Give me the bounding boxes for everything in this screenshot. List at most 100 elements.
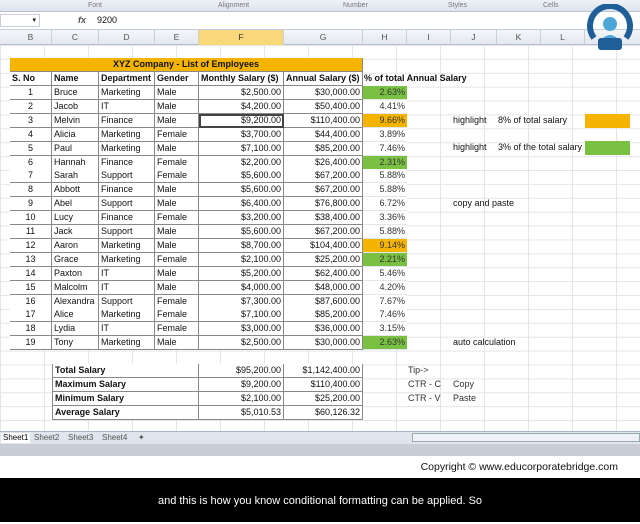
table-cell[interactable]: Paul bbox=[52, 141, 99, 156]
table-cell[interactable]: $2,500.00 bbox=[199, 336, 284, 351]
table-cell[interactable]: $38,400.00 bbox=[284, 211, 363, 226]
table-cell[interactable]: Support bbox=[99, 197, 155, 212]
table-cell[interactable]: Marketing bbox=[99, 336, 155, 351]
table-cell[interactable]: $76,800.00 bbox=[284, 197, 363, 212]
table-cell[interactable]: Marketing bbox=[99, 308, 155, 323]
table-cell[interactable]: 7 bbox=[10, 169, 52, 184]
table-cell[interactable]: Jacob bbox=[52, 99, 99, 114]
table-cell[interactable]: 14 bbox=[10, 266, 52, 281]
ribbon-group-cells[interactable]: Cells bbox=[543, 2, 559, 9]
summary-monthly[interactable]: $2,100.00 bbox=[199, 391, 284, 406]
table-cell[interactable]: $2,100.00 bbox=[199, 252, 284, 267]
table-cell[interactable]: 5.88% bbox=[363, 183, 407, 198]
table-cell[interactable]: 10 bbox=[10, 211, 52, 226]
table-cell[interactable]: $67,200.00 bbox=[284, 225, 363, 239]
column-header-E[interactable]: E bbox=[155, 30, 199, 45]
table-cell[interactable]: 5 bbox=[10, 141, 52, 156]
column-title[interactable]: Department bbox=[99, 72, 155, 86]
column-header-H[interactable]: H bbox=[363, 30, 407, 45]
table-cell[interactable]: 7.46% bbox=[363, 141, 407, 156]
table-cell[interactable]: $3,000.00 bbox=[199, 322, 284, 337]
column-header-C[interactable]: C bbox=[52, 30, 99, 45]
table-cell[interactable]: Marketing bbox=[99, 127, 155, 142]
table-cell[interactable]: $26,400.00 bbox=[284, 155, 363, 170]
ribbon-group-styles[interactable]: Styles bbox=[448, 2, 467, 9]
column-header-I[interactable]: I bbox=[407, 30, 451, 45]
table-cell[interactable]: $5,600.00 bbox=[199, 225, 284, 239]
column-header-L[interactable]: L bbox=[541, 30, 585, 45]
table-cell[interactable]: 3.36% bbox=[363, 211, 407, 226]
table-cell[interactable]: $67,200.00 bbox=[284, 183, 363, 198]
table-cell[interactable]: Paxton bbox=[52, 266, 99, 281]
table-cell[interactable]: 4 bbox=[10, 127, 52, 142]
summary-monthly[interactable]: $9,200.00 bbox=[199, 377, 284, 392]
table-cell[interactable]: Male bbox=[155, 238, 199, 253]
table-cell[interactable]: Female bbox=[155, 211, 199, 226]
column-title[interactable]: Gender bbox=[155, 72, 199, 86]
summary-annual[interactable]: $110,400.00 bbox=[284, 377, 363, 392]
sheet-tab-1[interactable]: Sheet1 bbox=[1, 433, 31, 443]
table-cell[interactable]: Male bbox=[155, 225, 199, 239]
table-cell[interactable]: 12 bbox=[10, 238, 52, 253]
summary-label[interactable]: Maximum Salary bbox=[52, 377, 199, 392]
table-cell[interactable]: $3,700.00 bbox=[199, 127, 284, 142]
table-cell[interactable]: $4,000.00 bbox=[199, 280, 284, 295]
table-cell[interactable]: Finance bbox=[99, 211, 155, 226]
table-cell[interactable]: Bruce bbox=[52, 86, 99, 100]
table-cell[interactable]: Female bbox=[155, 155, 199, 170]
table-cell[interactable]: Abbott bbox=[52, 183, 99, 198]
table-cell[interactable]: $5,600.00 bbox=[199, 183, 284, 198]
table-cell[interactable]: 2 bbox=[10, 99, 52, 114]
table-cell[interactable]: 13 bbox=[10, 252, 52, 267]
table-cell[interactable]: 9 bbox=[10, 197, 52, 212]
table-cell[interactable]: Lydia bbox=[52, 322, 99, 337]
table-cell[interactable]: 3.15% bbox=[363, 322, 407, 337]
table-cell[interactable]: $36,000.00 bbox=[284, 322, 363, 337]
table-cell[interactable]: Male bbox=[155, 336, 199, 351]
table-cell[interactable]: 6 bbox=[10, 155, 52, 170]
table-cell[interactable]: IT bbox=[99, 280, 155, 295]
table-cell[interactable]: 19 bbox=[10, 336, 52, 351]
table-cell[interactable]: 7.67% bbox=[363, 294, 407, 309]
table-cell[interactable]: Tony bbox=[52, 336, 99, 351]
table-cell[interactable]: 11 bbox=[10, 225, 52, 239]
table-cell[interactable]: $5,200.00 bbox=[199, 266, 284, 281]
table-cell[interactable]: Male bbox=[155, 280, 199, 295]
summary-label[interactable]: Total Salary bbox=[52, 364, 199, 378]
table-cell[interactable]: Male bbox=[155, 141, 199, 156]
table-cell[interactable]: Support bbox=[99, 169, 155, 184]
table-cell[interactable]: $48,000.00 bbox=[284, 280, 363, 295]
table-cell[interactable]: $30,000.00 bbox=[284, 336, 363, 351]
formula-input[interactable]: 9200 bbox=[97, 15, 117, 25]
table-cell[interactable]: $2,200.00 bbox=[199, 155, 284, 170]
table-cell[interactable]: $44,400.00 bbox=[284, 127, 363, 142]
table-cell[interactable]: Alexandra bbox=[52, 294, 99, 309]
table-cell[interactable]: Melvin bbox=[52, 113, 99, 128]
table-cell[interactable]: 4.41% bbox=[363, 99, 407, 114]
table-cell[interactable]: Lucy bbox=[52, 211, 99, 226]
sheet-tab-4[interactable]: Sheet4 bbox=[102, 433, 127, 443]
table-cell[interactable]: IT bbox=[99, 322, 155, 337]
table-cell[interactable]: 3.89% bbox=[363, 127, 407, 142]
table-cell[interactable]: 17 bbox=[10, 308, 52, 323]
table-cell[interactable]: IT bbox=[99, 266, 155, 281]
column-header-K[interactable]: K bbox=[497, 30, 541, 45]
function-icon[interactable]: fx bbox=[78, 15, 86, 25]
table-cell[interactable]: Finance bbox=[99, 183, 155, 198]
table-cell[interactable]: Female bbox=[155, 322, 199, 337]
table-cell[interactable]: 2.63% bbox=[363, 86, 407, 100]
table-cell[interactable]: Alice bbox=[52, 308, 99, 323]
column-header-J[interactable]: J bbox=[451, 30, 497, 45]
table-cell[interactable]: 18 bbox=[10, 322, 52, 337]
table-cell[interactable]: Aaron bbox=[52, 238, 99, 253]
table-cell[interactable]: $85,200.00 bbox=[284, 308, 363, 323]
column-header-F[interactable]: F bbox=[199, 30, 284, 45]
ribbon-group-number[interactable]: Number bbox=[343, 2, 368, 9]
column-title[interactable]: Name bbox=[52, 72, 99, 86]
table-cell[interactable]: $7,300.00 bbox=[199, 294, 284, 309]
table-cell[interactable]: Finance bbox=[99, 155, 155, 170]
table-cell[interactable]: Male bbox=[155, 197, 199, 212]
table-cell[interactable]: 9.66% bbox=[363, 113, 407, 128]
table-cell[interactable]: Malcolm bbox=[52, 280, 99, 295]
sheet-tab-2[interactable]: Sheet2 bbox=[34, 433, 59, 443]
